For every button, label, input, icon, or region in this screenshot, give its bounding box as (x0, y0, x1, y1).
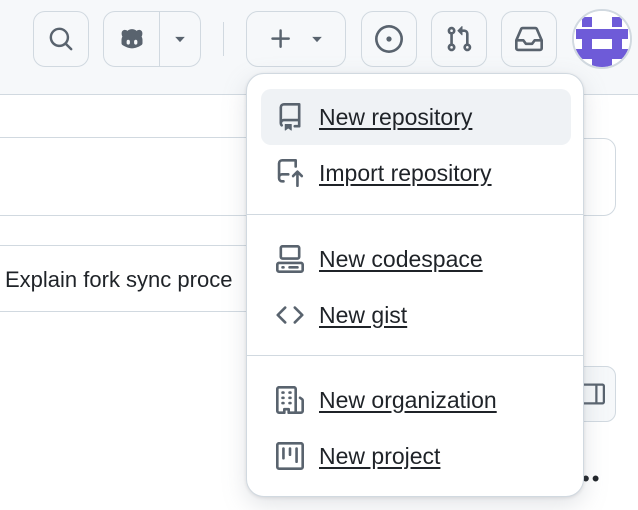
project-icon (275, 441, 305, 471)
plus-icon (271, 29, 290, 48)
triangle-down-icon (175, 36, 185, 43)
menu-item-label: Import repository (319, 159, 492, 186)
repo-icon (275, 102, 305, 132)
menu-item-new-project[interactable]: New project (261, 428, 571, 484)
menu-item-import-repository[interactable]: Import repository (261, 145, 571, 201)
menu-item-label: New repository (319, 103, 473, 130)
menu-item-new-repository[interactable]: New repository (261, 89, 571, 145)
content-divider (0, 137, 260, 138)
search-button[interactable] (33, 11, 89, 67)
more-options-icon[interactable]: •• (582, 466, 601, 492)
menu-item-new-organization[interactable]: New organization (261, 372, 571, 428)
content-divider (0, 215, 260, 216)
menu-item-new-codespace[interactable]: New codespace (261, 231, 571, 287)
issue-opened-icon (375, 25, 403, 53)
header-divider (223, 22, 224, 56)
inbox-button[interactable] (501, 11, 557, 67)
create-new-menu: New repository Import repository New cod… (246, 73, 584, 497)
inbox-icon (515, 26, 543, 52)
repo-push-icon (275, 158, 305, 188)
issues-button[interactable] (361, 11, 417, 67)
copilot-menu-caret[interactable] (160, 12, 200, 66)
sidebar-expand-icon (581, 383, 605, 405)
menu-item-new-gist[interactable]: New gist (261, 287, 571, 343)
triangle-down-icon (312, 36, 322, 43)
git-pull-request-icon (447, 26, 472, 52)
page: Explain fork sync proce •• New repositor… (0, 0, 638, 510)
content-divider (0, 245, 260, 246)
create-new-button[interactable] (246, 11, 346, 67)
menu-separator (247, 355, 583, 356)
menu-separator (247, 214, 583, 215)
menu-item-label: New organization (319, 386, 497, 413)
menu-item-label: New codespace (319, 245, 483, 272)
identicon-avatar (574, 11, 630, 67)
codespaces-icon (275, 244, 305, 274)
user-avatar[interactable] (572, 9, 632, 69)
conversation-title[interactable]: Explain fork sync proce (5, 267, 232, 293)
copilot-button-group (103, 11, 201, 67)
copilot-icon (121, 29, 142, 49)
organization-icon (275, 385, 305, 415)
pull-requests-button[interactable] (431, 11, 487, 67)
copilot-button[interactable] (104, 12, 160, 66)
code-icon (275, 300, 305, 330)
menu-item-label: New project (319, 442, 441, 469)
menu-item-label: New gist (319, 301, 408, 328)
search-icon (49, 27, 73, 51)
content-divider (0, 311, 260, 312)
